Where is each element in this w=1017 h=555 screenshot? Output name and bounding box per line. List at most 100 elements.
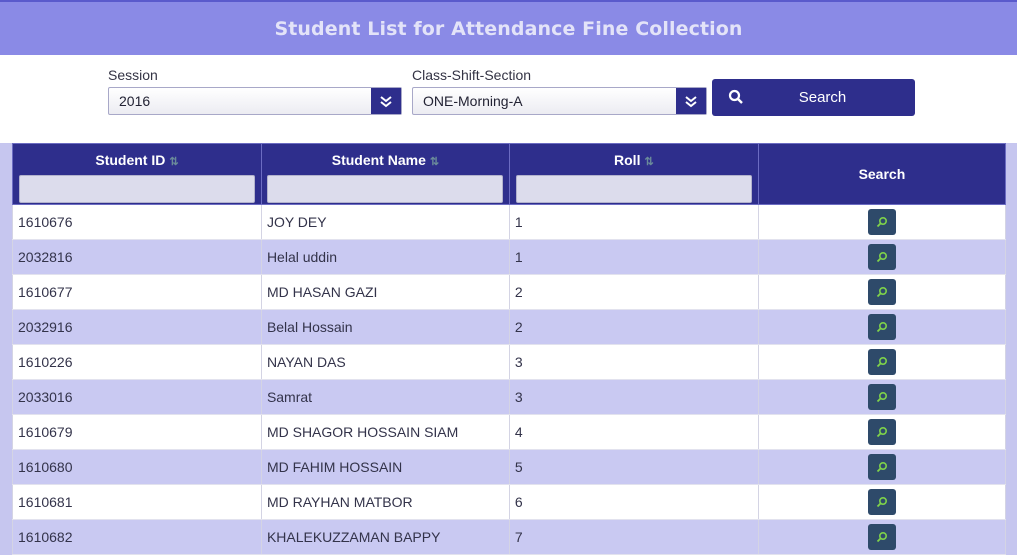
col-student-id-label: Student ID (95, 152, 166, 168)
class-shift-section-value: ONE-Morning-A (423, 93, 523, 109)
search-icon (876, 321, 887, 333)
search-button[interactable]: Search (712, 79, 915, 116)
col-search: Search (757, 143, 1007, 205)
chevron-down-icon[interactable] (371, 88, 401, 114)
student-table: Student ID ⇅ Student Name ⇅ Roll ⇅ Search 1… (12, 143, 1007, 555)
col-student-name-label: Student Name (331, 152, 426, 168)
student-id-cell: 1610682 (12, 519, 262, 555)
row-search-button[interactable] (867, 209, 896, 235)
title-bar: Student List for Attendance Fine Collect… (0, 0, 1017, 55)
roll-cell: 3 (508, 344, 759, 380)
search-icon (876, 251, 887, 263)
roll-cell: 1 (508, 239, 759, 275)
row-search-button[interactable] (867, 384, 896, 410)
student-id-filter-input[interactable] (18, 175, 255, 203)
student-name-cell: Helal uddin (260, 239, 510, 275)
row-search-button[interactable] (867, 279, 896, 305)
col-student-name[interactable]: Student Name ⇅ (260, 143, 510, 205)
roll-cell: 5 (508, 449, 759, 485)
student-name-cell: MD RAYHAN MATBOR (260, 484, 510, 520)
student-id-cell: 1610680 (12, 449, 262, 485)
student-name-cell: JOY DEY (260, 204, 510, 240)
class-shift-section-label: Class-Shift-Section (412, 67, 532, 83)
search-cell (757, 239, 1007, 275)
chevron-down-icon[interactable] (676, 88, 706, 114)
table-row[interactable]: 2032916 Belal Hossain 2 (12, 309, 1007, 345)
student-id-cell: 1610676 (12, 204, 262, 240)
table-row[interactable]: 1610679 MD SHAGOR HOSSAIN SIAM 4 (12, 414, 1007, 450)
roll-cell: 3 (508, 379, 759, 415)
table-row[interactable]: 1610226 NAYAN DAS 3 (12, 344, 1007, 380)
col-roll[interactable]: Roll ⇅ (508, 143, 759, 205)
class-shift-section-select[interactable]: ONE-Morning-A (412, 87, 707, 115)
row-search-button[interactable] (867, 244, 896, 270)
search-cell (757, 519, 1007, 555)
search-icon (876, 356, 887, 368)
roll-cell: 2 (508, 274, 759, 310)
roll-cell: 1 (508, 204, 759, 240)
table-row[interactable]: 1610676 JOY DEY 1 (12, 204, 1007, 240)
row-search-button[interactable] (867, 489, 896, 515)
sort-icon[interactable]: ⇅ (169, 156, 178, 168)
search-icon (876, 216, 887, 228)
roll-cell: 7 (508, 519, 759, 555)
session-label: Session (108, 67, 158, 83)
roll-cell: 6 (508, 484, 759, 520)
search-cell (757, 309, 1007, 345)
row-search-button[interactable] (867, 349, 896, 375)
header-row: Student ID ⇅ Student Name ⇅ Roll ⇅ Search (12, 143, 1007, 205)
roll-cell: 4 (508, 414, 759, 450)
search-cell (757, 414, 1007, 450)
table-row[interactable]: 1610677 MD HASAN GAZI 2 (12, 274, 1007, 310)
student-id-cell: 1610677 (12, 274, 262, 310)
search-icon (876, 426, 887, 438)
col-search-label: Search (858, 166, 906, 182)
sort-icon[interactable]: ⇅ (430, 156, 439, 168)
student-grid: Student ID ⇅ Student Name ⇅ Roll ⇅ Search 1… (0, 143, 1017, 555)
col-student-id[interactable]: Student ID ⇅ (12, 143, 262, 205)
search-icon (876, 391, 887, 403)
search-cell (757, 204, 1007, 240)
table-row[interactable]: 2033016 Samrat 3 (12, 379, 1007, 415)
student-name-cell: Belal Hossain (260, 309, 510, 345)
search-cell (757, 484, 1007, 520)
search-icon (876, 496, 887, 508)
search-icon (876, 461, 887, 473)
sort-icon[interactable]: ⇅ (644, 156, 653, 168)
table-row[interactable]: 1610681 MD RAYHAN MATBOR 6 (12, 484, 1007, 520)
search-cell (757, 449, 1007, 485)
student-id-cell: 2032916 (12, 309, 262, 345)
student-id-cell: 2032816 (12, 239, 262, 275)
row-search-button[interactable] (867, 454, 896, 480)
student-id-cell: 1610226 (12, 344, 262, 380)
student-name-cell: NAYAN DAS (260, 344, 510, 380)
page-title: Student List for Attendance Fine Collect… (274, 17, 743, 40)
student-name-cell: Samrat (260, 379, 510, 415)
student-name-cell: KHALEKUZZAMAN BAPPY (260, 519, 510, 555)
student-id-cell: 1610681 (12, 484, 262, 520)
session-select[interactable]: 2016 (108, 87, 402, 115)
student-name-cell: MD SHAGOR HOSSAIN SIAM (260, 414, 510, 450)
session-value: 2016 (119, 93, 151, 109)
roll-cell: 2 (508, 309, 759, 345)
student-name-cell: MD HASAN GAZI (260, 274, 510, 310)
student-id-cell: 2033016 (12, 379, 262, 415)
student-name-filter-input[interactable] (267, 175, 504, 203)
student-id-cell: 1610679 (12, 414, 262, 450)
table-row[interactable]: 2032816 Helal uddin 1 (12, 239, 1007, 275)
table-row[interactable]: 1610682 KHALEKUZZAMAN BAPPY 7 (12, 519, 1007, 555)
col-roll-label: Roll (614, 152, 641, 168)
search-icon (876, 286, 887, 298)
table-row[interactable]: 1610680 MD FAHIM HOSSAIN 5 (12, 449, 1007, 485)
filter-panel: Session 2016 Class-Shift-Section ONE-Mor… (0, 55, 1017, 143)
row-search-button[interactable] (867, 524, 896, 550)
row-search-button[interactable] (867, 419, 896, 445)
search-icon (876, 531, 887, 543)
search-button-label: Search (798, 89, 847, 106)
row-search-button[interactable] (867, 314, 896, 340)
roll-filter-input[interactable] (515, 175, 752, 203)
search-cell (757, 274, 1007, 310)
search-cell (757, 379, 1007, 415)
search-cell (757, 344, 1007, 380)
student-name-cell: MD FAHIM HOSSAIN (260, 449, 510, 485)
